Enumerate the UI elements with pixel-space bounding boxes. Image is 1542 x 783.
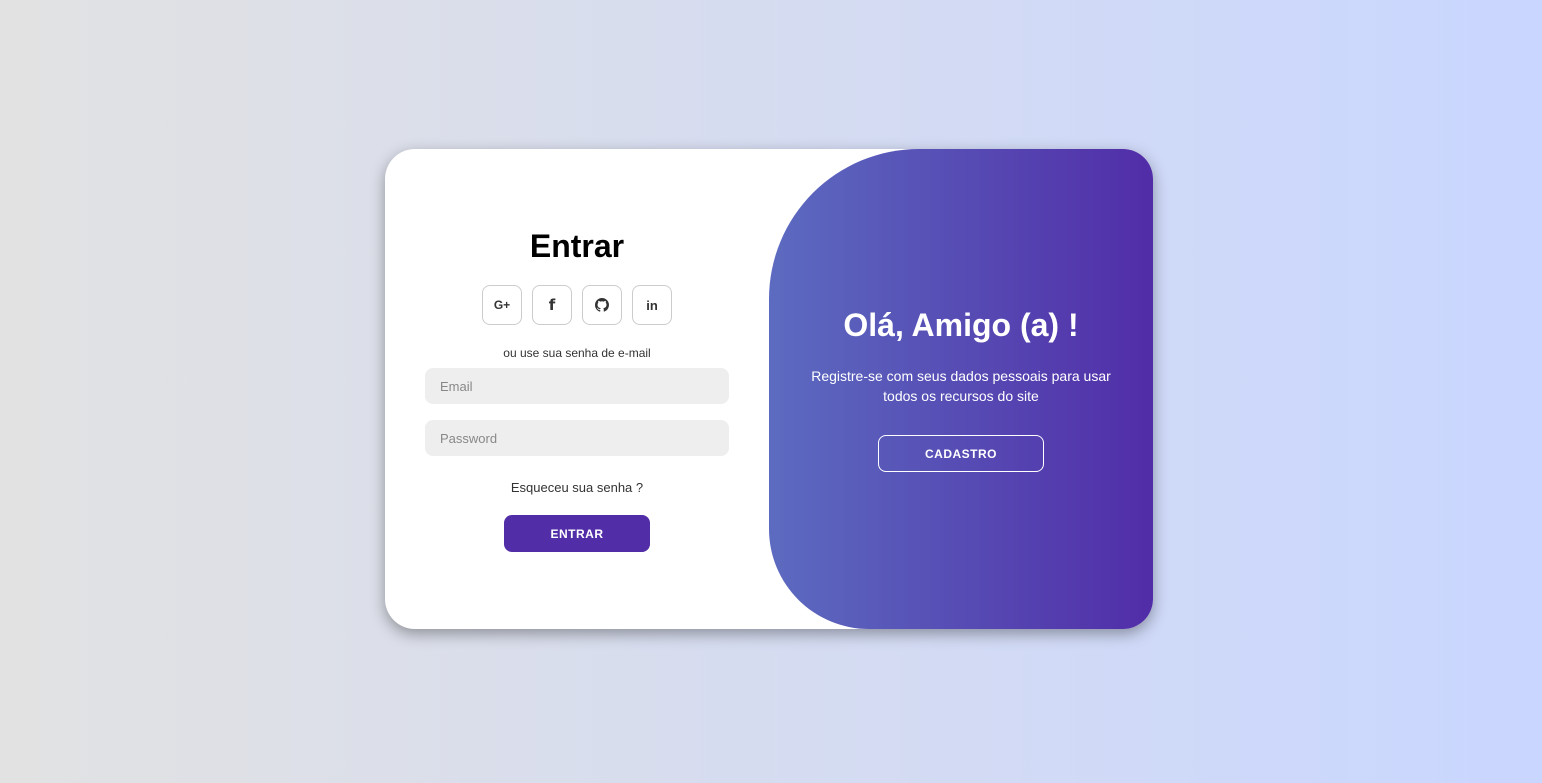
linkedin-icon: in (646, 297, 658, 313)
social-icons: G+ f in (482, 285, 672, 325)
auth-card: Entrar G+ f in ou use sua senha de e-mai… (385, 149, 1153, 629)
welcome-text: Registre-se com seus dados pessoais para… (811, 368, 1111, 404)
google-plus-icon: G+ (493, 298, 511, 312)
linkedin-button[interactable]: in (632, 285, 672, 325)
password-input[interactable] (425, 420, 729, 456)
forgot-password-link[interactable]: Esqueceu sua senha ? (385, 480, 769, 495)
github-button[interactable] (582, 285, 622, 325)
facebook-button[interactable]: f (532, 285, 572, 325)
welcome-panel: Olá, Amigo (a) ! Registre-se com seus da… (769, 149, 1153, 629)
sign-in-title: Entrar (529, 228, 625, 264)
sign-in-button[interactable]: ENTRAR (504, 515, 650, 552)
alt-login-text: ou use sua senha de e-mail (503, 346, 651, 360)
google-plus-button[interactable]: G+ (482, 285, 522, 325)
sign-in-form: Entrar G+ f in ou use sua senha de e-mai… (385, 149, 769, 629)
welcome-title: Olá, Amigo (a) ! (843, 307, 1079, 343)
register-button[interactable]: CADASTRO (878, 435, 1044, 472)
facebook-icon: f (548, 296, 556, 314)
github-icon (595, 298, 609, 312)
email-input[interactable] (425, 368, 729, 404)
